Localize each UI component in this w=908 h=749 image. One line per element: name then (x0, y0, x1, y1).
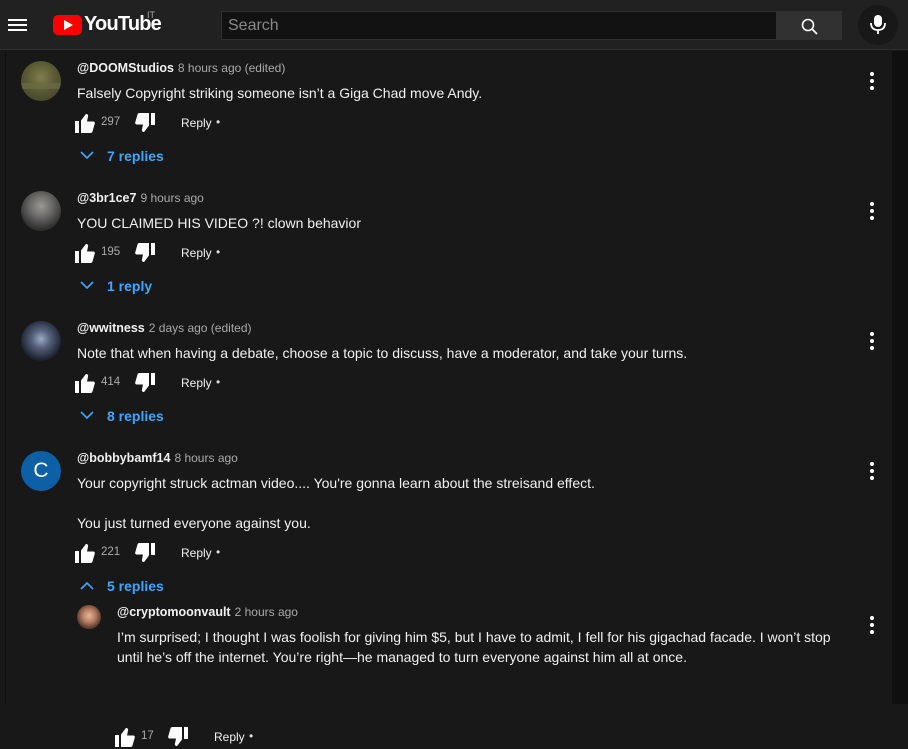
person-photo-avatar[interactable] (21, 191, 61, 231)
separator-dot: • (216, 545, 221, 559)
scrollbar-track[interactable] (891, 51, 908, 704)
search-icon (801, 18, 818, 35)
reply-button[interactable]: Reply (181, 116, 212, 130)
comment-author[interactable]: @DOOMStudios 8 hours ago (edited) (77, 61, 285, 75)
bearded-man-avatar[interactable] (77, 605, 101, 629)
voice-search-button[interactable] (858, 5, 898, 45)
chevron-down-icon (80, 151, 94, 160)
replies-count-label[interactable]: 8 replies (107, 408, 164, 424)
replies-count-label[interactable]: 7 replies (107, 148, 164, 164)
author-name[interactable]: @wwitness (77, 321, 145, 335)
author-name[interactable]: @DOOMStudios (77, 61, 174, 75)
reply-button[interactable]: Reply (181, 546, 212, 560)
comment-author[interactable]: @wwitness 2 days ago (edited) (77, 321, 252, 335)
hamburger-menu-icon[interactable] (5, 11, 29, 39)
like-count: 195 (101, 246, 121, 258)
comment-text: Note that when having a debate, choose a… (77, 345, 688, 361)
reply-button[interactable]: Reply (181, 246, 212, 260)
separator-dot: • (216, 245, 221, 259)
country-code: IT (147, 10, 155, 20)
comment-text: YOU CLAIMED HIS VIDEO ?! clown behavior (77, 215, 361, 231)
comment-author[interactable]: @bobbybamf14 8 hours ago (77, 451, 238, 465)
thumbs-down-icon[interactable] (133, 111, 157, 135)
author-name[interactable]: @bobbybamf14 (77, 451, 170, 465)
thumbs-down-icon[interactable] (133, 371, 157, 395)
comment-time[interactable]: 2 hours ago (235, 605, 298, 619)
thumbs-up-icon[interactable] (73, 241, 97, 265)
replies-count-label[interactable]: 1 reply (107, 278, 152, 294)
more-actions-icon[interactable] (863, 329, 879, 353)
like-count: 221 (101, 546, 121, 558)
thumbs-up-icon[interactable] (73, 111, 97, 135)
chevron-up-icon (80, 581, 94, 590)
replies-count-label[interactable]: 5 replies (107, 578, 164, 594)
more-actions-icon[interactable] (863, 613, 879, 637)
more-actions-icon[interactable] (863, 199, 879, 223)
thumbs-down-icon[interactable] (166, 725, 190, 749)
thumbs-down-icon[interactable] (133, 241, 157, 265)
separator-dot: • (216, 375, 221, 389)
author-name[interactable]: @3br1ce7 (77, 191, 136, 205)
comment-time[interactable]: 2 days ago (edited) (149, 321, 252, 335)
play-logo-icon (53, 15, 82, 35)
comment-author[interactable]: @3br1ce7 9 hours ago (77, 191, 204, 205)
more-actions-icon[interactable] (863, 459, 879, 483)
microphone-icon (870, 15, 886, 34)
reply-button[interactable]: Reply (181, 376, 212, 390)
reply-button[interactable]: Reply (214, 730, 245, 744)
search-button[interactable] (776, 11, 842, 40)
masthead: YouTube IT (0, 0, 908, 50)
youtube-logo[interactable]: YouTube IT (53, 10, 163, 37)
comment-time[interactable]: 8 hours ago (edited) (178, 61, 285, 75)
comment-author[interactable]: @cryptomoonvault 2 hours ago (117, 605, 298, 619)
comments-section: @DOOMStudios 8 hours ago (edited) Falsely… (5, 51, 892, 747)
thumbs-down-icon[interactable] (133, 541, 157, 565)
like-count: 297 (101, 116, 121, 128)
landscape-photo-avatar[interactable] (21, 61, 61, 101)
comment-time[interactable]: 8 hours ago (174, 451, 237, 465)
more-actions-icon[interactable] (863, 69, 879, 93)
hooded-figure-avatar[interactable] (21, 321, 61, 361)
comment-time[interactable]: 9 hours ago (140, 191, 203, 205)
comment-text: I’m surprised; I thought I was foolish f… (117, 629, 831, 665)
chevron-down-icon (80, 281, 94, 290)
like-count: 17 (141, 730, 154, 742)
comment-text: Your copyright struck actman video.... Y… (77, 475, 595, 531)
thumbs-up-icon[interactable] (73, 371, 97, 395)
thumbs-up-icon[interactable] (73, 541, 97, 565)
like-count: 414 (101, 376, 121, 388)
letter-avatar[interactable]: C (21, 451, 61, 491)
search-input[interactable] (221, 11, 777, 40)
separator-dot: • (216, 115, 221, 129)
chevron-down-icon (80, 411, 94, 420)
comment-text: Falsely Copyright striking someone isn’t… (77, 85, 483, 101)
separator-dot: • (249, 729, 254, 743)
thumbs-up-icon[interactable] (113, 725, 137, 749)
author-name[interactable]: @cryptomoonvault (117, 605, 231, 619)
